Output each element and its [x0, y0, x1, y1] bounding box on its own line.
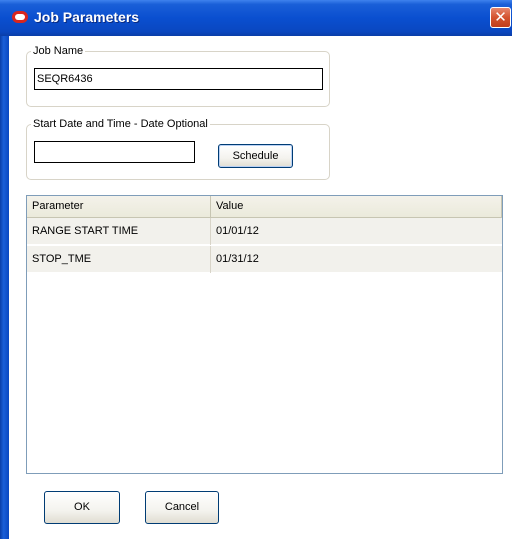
dialog-content: Job Name SEQR6436 Start Date and Time - …: [9, 36, 512, 539]
parameters-table: Parameter Value RANGE START TIME 01/01/1…: [26, 195, 503, 474]
job-parameters-dialog: Job Parameters ✕ Job Name SEQR6436 Start…: [0, 0, 512, 539]
window-title: Job Parameters: [34, 9, 140, 25]
column-header-value[interactable]: Value: [211, 196, 502, 217]
table-row[interactable]: STOP_TME 01/31/12: [27, 246, 502, 273]
title-bar[interactable]: Job Parameters ✕: [0, 0, 512, 36]
ok-button[interactable]: OK: [44, 491, 120, 524]
value-cell[interactable]: 01/01/12: [211, 218, 502, 245]
start-date-label: Start Date and Time - Date Optional: [33, 118, 208, 130]
table-row[interactable]: RANGE START TIME 01/01/12: [27, 218, 502, 245]
job-name-input[interactable]: SEQR6436: [34, 68, 323, 90]
close-icon[interactable]: ✕: [490, 7, 511, 28]
value-cell[interactable]: 01/31/12: [211, 246, 502, 273]
job-name-label: Job Name: [33, 45, 84, 57]
schedule-button[interactable]: Schedule: [218, 144, 293, 168]
parameter-cell[interactable]: STOP_TME: [27, 246, 211, 273]
column-header-parameter[interactable]: Parameter: [27, 196, 211, 217]
start-date-input[interactable]: [34, 141, 195, 163]
oracle-icon: [12, 11, 28, 23]
window-frame-left: [0, 36, 9, 539]
cancel-button[interactable]: Cancel: [145, 491, 219, 524]
parameter-cell[interactable]: RANGE START TIME: [27, 218, 211, 245]
table-header: Parameter Value: [27, 196, 502, 218]
